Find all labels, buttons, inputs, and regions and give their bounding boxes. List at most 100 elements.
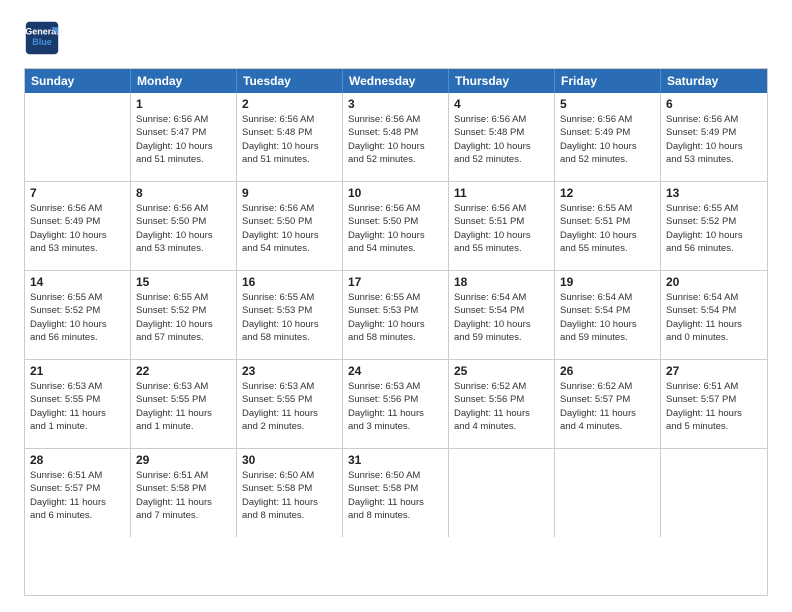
day-info: Sunrise: 6:54 AMSunset: 5:54 PMDaylight:…	[560, 291, 655, 344]
day-info: Sunrise: 6:55 AMSunset: 5:53 PMDaylight:…	[242, 291, 337, 344]
day-info: Sunrise: 6:54 AMSunset: 5:54 PMDaylight:…	[666, 291, 762, 344]
day-number: 10	[348, 186, 443, 200]
week-row-1: 1 Sunrise: 6:56 AMSunset: 5:47 PMDaylight…	[25, 93, 767, 182]
day-number: 4	[454, 97, 549, 111]
cal-cell-1: 1 Sunrise: 6:56 AMSunset: 5:47 PMDaylight…	[131, 93, 237, 181]
day-info: Sunrise: 6:50 AMSunset: 5:58 PMDaylight:…	[242, 469, 337, 522]
week-row-3: 14 Sunrise: 6:55 AMSunset: 5:52 PMDayligh…	[25, 271, 767, 360]
cal-cell-30: 30 Sunrise: 6:50 AMSunset: 5:58 PMDayligh…	[237, 449, 343, 537]
cal-cell-14: 14 Sunrise: 6:55 AMSunset: 5:52 PMDayligh…	[25, 271, 131, 359]
day-number: 22	[136, 364, 231, 378]
day-info: Sunrise: 6:56 AMSunset: 5:50 PMDaylight:…	[242, 202, 337, 255]
calendar-header: SundayMondayTuesdayWednesdayThursdayFrid…	[25, 69, 767, 93]
cal-cell-12: 12 Sunrise: 6:55 AMSunset: 5:51 PMDayligh…	[555, 182, 661, 270]
day-info: Sunrise: 6:56 AMSunset: 5:49 PMDaylight:…	[560, 113, 655, 166]
cal-cell-25: 25Sunrise: 6:52 AMSunset: 5:56 PMDayligh…	[449, 360, 555, 448]
cal-cell-31: 31 Sunrise: 6:50 AMSunset: 5:58 PMDayligh…	[343, 449, 449, 537]
cal-cell-26: 26 Sunrise: 6:52 AMSunset: 5:57 PMDayligh…	[555, 360, 661, 448]
day-number: 30	[242, 453, 337, 467]
cal-cell-5: 5 Sunrise: 6:56 AMSunset: 5:49 PMDaylight…	[555, 93, 661, 181]
day-info: Sunrise: 6:55 AMSunset: 5:51 PMDaylight:…	[560, 202, 655, 255]
cal-cell-7: 7Sunrise: 6:56 AMSunset: 5:49 PMDaylight…	[25, 182, 131, 270]
svg-text:Blue: Blue	[32, 37, 52, 47]
cal-cell-9: 9 Sunrise: 6:56 AMSunset: 5:50 PMDaylight…	[237, 182, 343, 270]
day-number: 11	[454, 186, 549, 200]
day-info: Sunrise: 6:55 AMSunset: 5:52 PMDaylight:…	[30, 291, 125, 344]
cal-cell-15: 15 Sunrise: 6:55 AMSunset: 5:52 PMDayligh…	[131, 271, 237, 359]
header-day-thursday: Thursday	[449, 69, 555, 93]
day-number: 9	[242, 186, 337, 200]
header-day-saturday: Saturday	[661, 69, 767, 93]
day-number: 3	[348, 97, 443, 111]
day-info: Sunrise: 6:50 AMSunset: 5:58 PMDaylight:…	[348, 469, 443, 522]
day-number: 19	[560, 275, 655, 289]
cal-cell-23: 23Sunrise: 6:53 AMSunset: 5:55 PMDayligh…	[237, 360, 343, 448]
day-number: 2	[242, 97, 337, 111]
cal-cell-empty-5	[555, 449, 661, 537]
day-info: Sunrise: 6:52 AMSunset: 5:56 PMDaylight:…	[454, 380, 549, 433]
cal-cell-20: 20 Sunrise: 6:54 AMSunset: 5:54 PMDayligh…	[661, 271, 767, 359]
logo-icon: General Blue	[24, 20, 60, 56]
header-day-wednesday: Wednesday	[343, 69, 449, 93]
day-info: Sunrise: 6:53 AMSunset: 5:55 PMDaylight:…	[242, 380, 337, 433]
cal-cell-empty-4	[449, 449, 555, 537]
day-info: Sunrise: 6:55 AMSunset: 5:52 PMDaylight:…	[666, 202, 762, 255]
header-day-tuesday: Tuesday	[237, 69, 343, 93]
day-info: Sunrise: 6:52 AMSunset: 5:57 PMDaylight:…	[560, 380, 655, 433]
cal-cell-19: 19 Sunrise: 6:54 AMSunset: 5:54 PMDayligh…	[555, 271, 661, 359]
day-info: Sunrise: 6:56 AMSunset: 5:51 PMDaylight:…	[454, 202, 549, 255]
day-info: Sunrise: 6:55 AMSunset: 5:52 PMDaylight:…	[136, 291, 231, 344]
cal-cell-18: 18 Sunrise: 6:54 AMSunset: 5:54 PMDayligh…	[449, 271, 555, 359]
header: General Blue	[24, 20, 768, 56]
cal-cell-28: 28 Sunrise: 6:51 AMSunset: 5:57 PMDayligh…	[25, 449, 131, 537]
calendar-body: 1 Sunrise: 6:56 AMSunset: 5:47 PMDaylight…	[25, 93, 767, 537]
day-number: 21	[30, 364, 125, 378]
day-info: Sunrise: 6:56 AMSunset: 5:48 PMDaylight:…	[454, 113, 549, 166]
cal-cell-17: 17Sunrise: 6:55 AMSunset: 5:53 PMDayligh…	[343, 271, 449, 359]
day-info: Sunrise: 6:53 AMSunset: 5:56 PMDaylight:…	[348, 380, 443, 433]
cal-cell-29: 29Sunrise: 6:51 AMSunset: 5:58 PMDayligh…	[131, 449, 237, 537]
day-number: 20	[666, 275, 762, 289]
day-number: 14	[30, 275, 125, 289]
cal-cell-16: 16 Sunrise: 6:55 AMSunset: 5:53 PMDayligh…	[237, 271, 343, 359]
cal-cell-13: 13Sunrise: 6:55 AMSunset: 5:52 PMDayligh…	[661, 182, 767, 270]
day-number: 24	[348, 364, 443, 378]
day-number: 26	[560, 364, 655, 378]
calendar: SundayMondayTuesdayWednesdayThursdayFrid…	[24, 68, 768, 596]
cal-cell-8: 8Sunrise: 6:56 AMSunset: 5:50 PMDaylight…	[131, 182, 237, 270]
cal-cell-22: 22 Sunrise: 6:53 AMSunset: 5:55 PMDayligh…	[131, 360, 237, 448]
cal-cell-4: 4 Sunrise: 6:56 AMSunset: 5:48 PMDaylight…	[449, 93, 555, 181]
day-number: 6	[666, 97, 762, 111]
day-info: Sunrise: 6:53 AMSunset: 5:55 PMDaylight:…	[136, 380, 231, 433]
header-day-monday: Monday	[131, 69, 237, 93]
day-number: 16	[242, 275, 337, 289]
week-row-2: 7Sunrise: 6:56 AMSunset: 5:49 PMDaylight…	[25, 182, 767, 271]
day-info: Sunrise: 6:51 AMSunset: 5:57 PMDaylight:…	[666, 380, 762, 433]
cal-cell-empty-0	[25, 93, 131, 181]
day-info: Sunrise: 6:54 AMSunset: 5:54 PMDaylight:…	[454, 291, 549, 344]
cal-cell-21: 21 Sunrise: 6:53 AMSunset: 5:55 PMDayligh…	[25, 360, 131, 448]
day-number: 12	[560, 186, 655, 200]
day-number: 1	[136, 97, 231, 111]
day-number: 15	[136, 275, 231, 289]
cal-cell-3: 3 Sunrise: 6:56 AMSunset: 5:48 PMDaylight…	[343, 93, 449, 181]
day-number: 31	[348, 453, 443, 467]
day-info: Sunrise: 6:56 AMSunset: 5:47 PMDaylight:…	[136, 113, 231, 166]
day-number: 5	[560, 97, 655, 111]
day-number: 28	[30, 453, 125, 467]
cal-cell-10: 10 Sunrise: 6:56 AMSunset: 5:50 PMDayligh…	[343, 182, 449, 270]
day-info: Sunrise: 6:51 AMSunset: 5:57 PMDaylight:…	[30, 469, 125, 522]
day-number: 18	[454, 275, 549, 289]
day-number: 7	[30, 186, 125, 200]
page: General Blue SundayMondayTuesdayWednesda…	[0, 0, 792, 612]
day-info: Sunrise: 6:53 AMSunset: 5:55 PMDaylight:…	[30, 380, 125, 433]
day-info: Sunrise: 6:56 AMSunset: 5:50 PMDaylight:…	[348, 202, 443, 255]
cal-cell-empty-6	[661, 449, 767, 537]
day-info: Sunrise: 6:56 AMSunset: 5:48 PMDaylight:…	[348, 113, 443, 166]
day-info: Sunrise: 6:55 AMSunset: 5:53 PMDaylight:…	[348, 291, 443, 344]
day-info: Sunrise: 6:56 AMSunset: 5:48 PMDaylight:…	[242, 113, 337, 166]
day-info: Sunrise: 6:51 AMSunset: 5:58 PMDaylight:…	[136, 469, 231, 522]
week-row-4: 21 Sunrise: 6:53 AMSunset: 5:55 PMDayligh…	[25, 360, 767, 449]
cal-cell-11: 11 Sunrise: 6:56 AMSunset: 5:51 PMDayligh…	[449, 182, 555, 270]
header-day-sunday: Sunday	[25, 69, 131, 93]
